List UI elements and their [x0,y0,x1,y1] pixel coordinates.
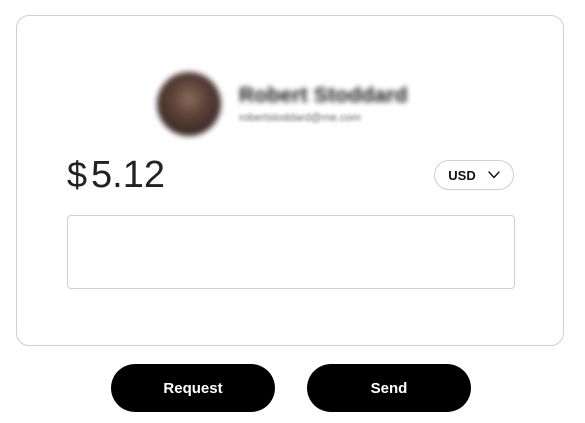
currency-dropdown[interactable]: USD [434,160,514,190]
note-input[interactable] [68,216,514,288]
send-button[interactable]: Send [307,364,471,412]
recipient-name: Robert Stoddard [239,84,408,107]
recipient-email: robertstoddard@me.com [239,112,361,124]
recipient-info: Robert Stoddard robertstoddard@me.com [157,71,408,137]
avatar [157,72,221,136]
payment-card: Robert Stoddard robertstoddard@me.com $ … [16,15,564,346]
request-button[interactable]: Request [111,364,275,412]
currency-symbol: $ [67,154,88,195]
chevron-down-icon [488,171,500,179]
note-field[interactable] [67,215,515,289]
currency-label: USD [448,167,476,183]
amount-value: 5.12 [91,154,165,196]
amount-display[interactable]: $ 5.12 [67,154,165,197]
recipient-details: Robert Stoddard robertstoddard@me.com [239,84,408,124]
